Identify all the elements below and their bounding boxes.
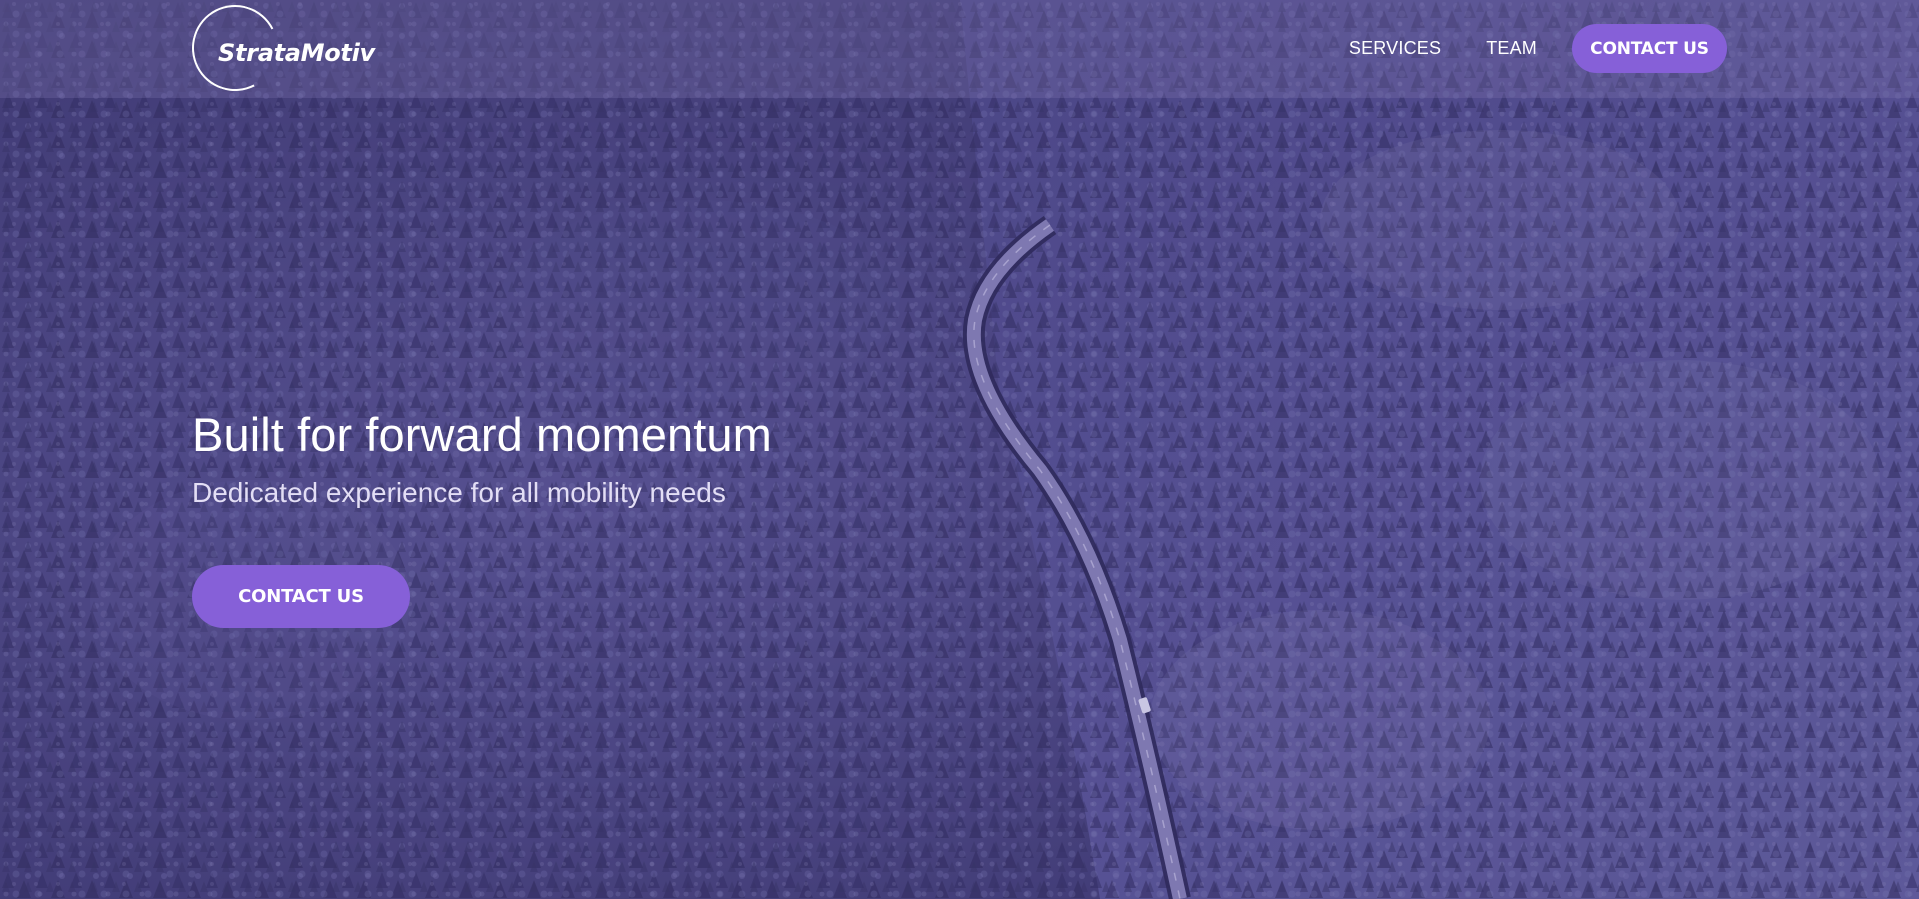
- hero-contact-us-button[interactable]: CONTACT US: [192, 565, 410, 628]
- brand-name: StrataMotiv: [218, 39, 375, 67]
- nav-link-team[interactable]: TEAM: [1486, 38, 1537, 59]
- hero-title: Built for forward momentum: [192, 408, 772, 461]
- landing-page: StrataMotiv SERVICES TEAM CONTACT US Bui…: [0, 0, 1919, 899]
- nav-link-services[interactable]: SERVICES: [1349, 38, 1441, 59]
- main-nav: SERVICES TEAM CONTACT US: [1349, 24, 1727, 73]
- hero-section: Built for forward momentum Dedicated exp…: [192, 405, 1092, 628]
- brand-logo[interactable]: StrataMotiv: [180, 0, 412, 103]
- nav-contact-us-button[interactable]: CONTACT US: [1572, 24, 1727, 73]
- top-navbar: StrataMotiv SERVICES TEAM CONTACT US: [0, 0, 1919, 103]
- hero-subtitle: Dedicated experience for all mobility ne…: [192, 477, 726, 508]
